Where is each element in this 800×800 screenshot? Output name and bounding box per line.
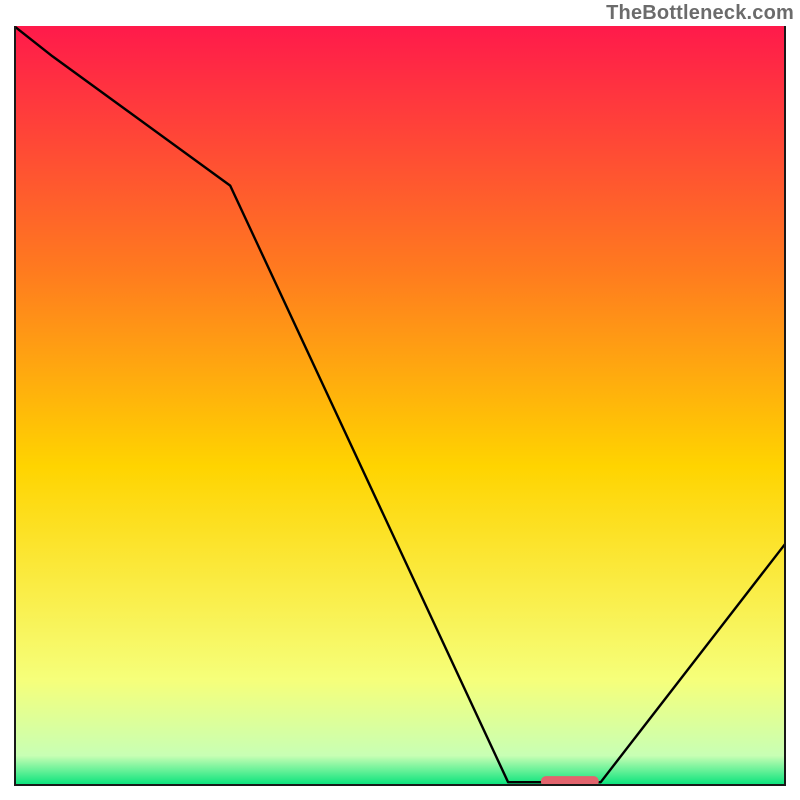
bottleneck-chart: TheBottleneck.com xyxy=(0,0,800,800)
chart-svg xyxy=(14,26,786,786)
watermark-text: TheBottleneck.com xyxy=(606,2,794,25)
gradient-background xyxy=(14,26,786,786)
plot-area xyxy=(14,26,786,786)
